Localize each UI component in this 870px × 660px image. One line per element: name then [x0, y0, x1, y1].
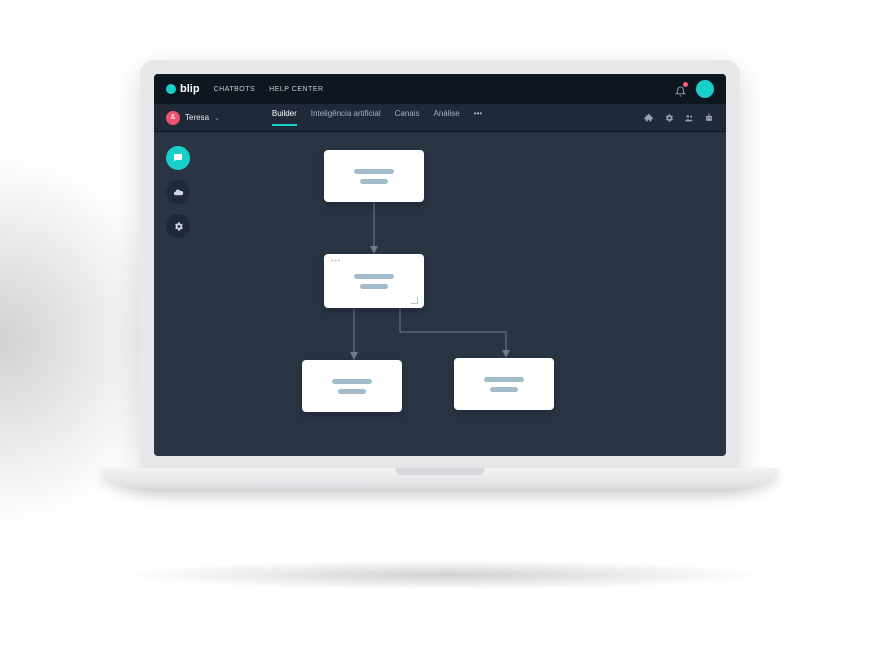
tab-analytics[interactable]: Análise	[434, 109, 460, 126]
tab-more[interactable]: •••	[474, 109, 482, 126]
logo-dot-icon	[166, 84, 176, 94]
chevron-down-icon: ⌄	[214, 114, 220, 122]
brand-logo[interactable]: blip	[166, 83, 200, 95]
topnav-chatbots[interactable]: CHATBOTS	[214, 86, 256, 93]
topbar: blip CHATBOTS HELP CENTER	[154, 74, 726, 104]
node-line-icon	[332, 379, 372, 384]
flow-node[interactable]: •••	[324, 254, 424, 308]
node-line-icon	[484, 377, 524, 382]
tab-channels[interactable]: Canais	[395, 109, 420, 126]
brand-name: blip	[180, 83, 200, 95]
flow-node[interactable]	[324, 150, 424, 202]
subbar: & Teresa ⌄ Builder Inteligência artifici…	[154, 104, 726, 132]
node-line-icon	[354, 169, 394, 174]
tab-builder[interactable]: Builder	[272, 109, 297, 126]
nav-tabs: Builder Inteligência artificial Canais A…	[272, 109, 482, 126]
node-line-icon	[354, 274, 394, 279]
node-line-icon	[490, 387, 519, 392]
topnav-help-center[interactable]: HELP CENTER	[269, 86, 323, 93]
tab-ai[interactable]: Inteligência artificial	[311, 109, 381, 126]
notification-dot-icon	[683, 82, 688, 87]
node-line-icon	[360, 179, 389, 184]
avatar[interactable]	[696, 80, 714, 98]
laptop-screen-frame: blip CHATBOTS HELP CENTER & Teresa ⌄	[140, 60, 740, 470]
user-name: Teresa	[185, 113, 209, 122]
builder-canvas[interactable]: •••	[154, 132, 726, 456]
user-switcher[interactable]: & Teresa ⌄	[166, 111, 220, 125]
puzzle-icon[interactable]	[644, 113, 654, 123]
app-screen: blip CHATBOTS HELP CENTER & Teresa ⌄	[154, 74, 726, 456]
robot-icon[interactable]	[704, 113, 714, 123]
topbar-right	[675, 80, 714, 98]
bell-icon[interactable]	[675, 84, 686, 95]
laptop-shadow	[120, 560, 770, 590]
laptop-notch	[395, 468, 485, 475]
settings-icon[interactable]	[664, 113, 674, 123]
flow-node[interactable]	[302, 360, 402, 412]
team-icon[interactable]	[684, 113, 694, 123]
resize-handle-icon[interactable]	[411, 297, 418, 304]
node-line-icon	[338, 389, 367, 394]
flow: •••	[154, 132, 726, 456]
laptop-base	[100, 468, 780, 492]
drag-handle-icon[interactable]: •••	[331, 258, 341, 265]
laptop-mockup: blip CHATBOTS HELP CENTER & Teresa ⌄	[100, 60, 780, 540]
node-line-icon	[360, 284, 389, 289]
subbar-right	[644, 113, 714, 123]
flow-node[interactable]	[454, 358, 554, 410]
user-avatar-icon: &	[166, 111, 180, 125]
